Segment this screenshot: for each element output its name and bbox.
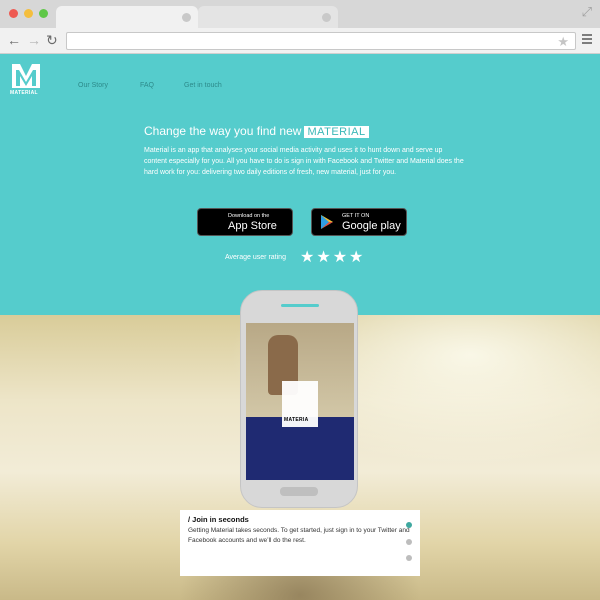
close-window-button[interactable]	[9, 9, 18, 18]
star-icon: ★	[300, 249, 317, 266]
play-icon	[321, 215, 333, 229]
back-arrow-icon[interactable]: ←	[7, 33, 21, 47]
browser-tab-active[interactable]	[56, 6, 198, 30]
headline-text: Change the way you find new	[144, 124, 302, 138]
pager-dot[interactable]	[406, 539, 412, 545]
hero-section	[0, 54, 600, 315]
logo-wordmark: MATERIAL	[10, 90, 38, 96]
forward-arrow-icon[interactable]: →	[27, 33, 41, 47]
reload-icon[interactable]: ↻	[46, 33, 58, 47]
app-logo-label: MATERIA	[284, 417, 309, 423]
feature-card-title: / Join in seconds	[188, 515, 249, 524]
rating-label: Average user rating	[225, 254, 286, 261]
nav-link-get-in-touch[interactable]: Get in touch	[184, 82, 222, 89]
google-play-label: Google play	[342, 220, 401, 232]
star-icon: ★	[349, 249, 366, 266]
pager-dot[interactable]	[406, 555, 412, 561]
address-bar[interactable]: ★	[66, 32, 576, 50]
phone-screen: MATERIA	[246, 323, 354, 480]
phone-home-button	[280, 487, 318, 496]
browser-titlebar: ⤢	[0, 0, 600, 30]
phone-speaker	[281, 304, 319, 307]
rating-stars: ★★★★	[300, 249, 365, 267]
hero-headline: Change the way you find new MATERIAL	[144, 124, 369, 138]
browser-tab[interactable]	[198, 6, 338, 30]
nav-link-faq[interactable]: FAQ	[140, 82, 154, 89]
pager-dot[interactable]	[406, 522, 412, 528]
star-icon: ★	[332, 249, 350, 266]
app-store-button[interactable]: Download on the App Store	[197, 208, 293, 236]
tab-close-icon[interactable]	[322, 13, 331, 22]
browser-menu-icon[interactable]	[582, 34, 592, 46]
nav-link-our-story[interactable]: Our Story	[78, 82, 108, 89]
google-play-button[interactable]: GET IT ON Google play	[311, 208, 407, 236]
fullscreen-icon[interactable]: ⤢	[582, 5, 592, 18]
app-store-small-label: Download on the	[228, 213, 270, 219]
feature-card-text: Getting Material takes seconds. To get s…	[188, 527, 410, 544]
bookmark-star-icon[interactable]: ★	[557, 34, 569, 49]
star-icon: ★	[316, 249, 333, 266]
browser-window: ⤢ ← → ↻ ★ MATERIAL Our Story FAQ Get in …	[0, 0, 600, 600]
maximize-window-button[interactable]	[39, 9, 48, 18]
hero-description: Material is an app that analyses your so…	[144, 147, 464, 176]
minimize-window-button[interactable]	[24, 9, 33, 18]
google-play-small-label: GET IT ON	[342, 213, 370, 219]
phone-mockup: MATERIA	[240, 290, 358, 508]
app-store-label: App Store	[228, 220, 277, 232]
browser-toolbar: ← → ↻ ★	[0, 28, 600, 54]
tab-close-icon[interactable]	[182, 13, 191, 22]
feature-card: / Join in seconds Getting Material takes…	[180, 510, 420, 576]
headline-tag: MATERIAL	[304, 126, 369, 138]
